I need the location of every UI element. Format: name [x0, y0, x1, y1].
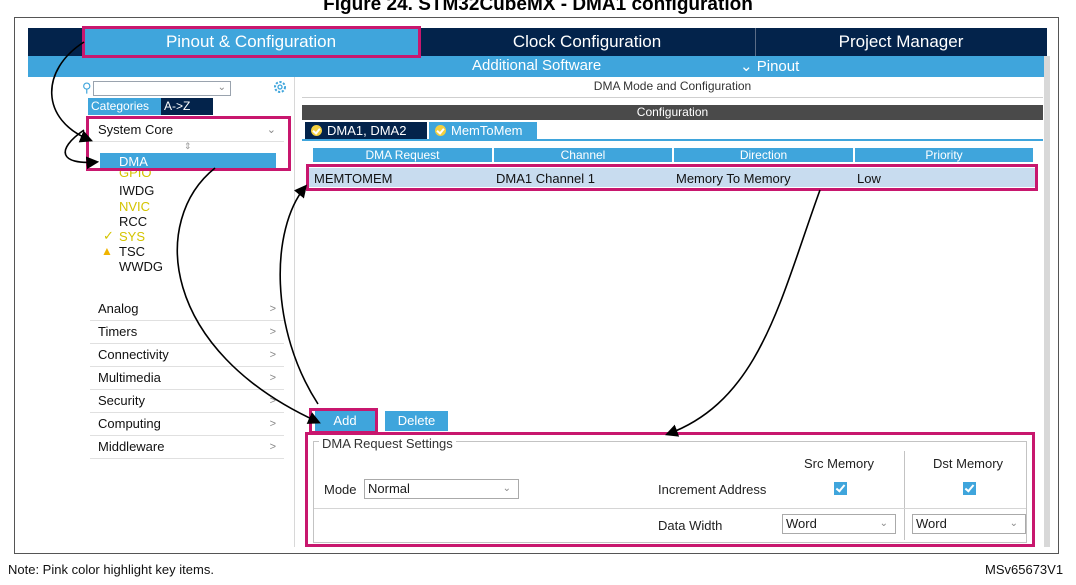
arrow: [664, 189, 821, 437]
figure-code: MSv65673V1: [985, 562, 1064, 577]
arrow: [176, 167, 321, 424]
arrow: [50, 41, 93, 143]
arrow: [279, 184, 319, 405]
footer-note: Note: Pink color highlight key items.: [8, 562, 214, 577]
annotation-arrows: [50, 41, 821, 437]
